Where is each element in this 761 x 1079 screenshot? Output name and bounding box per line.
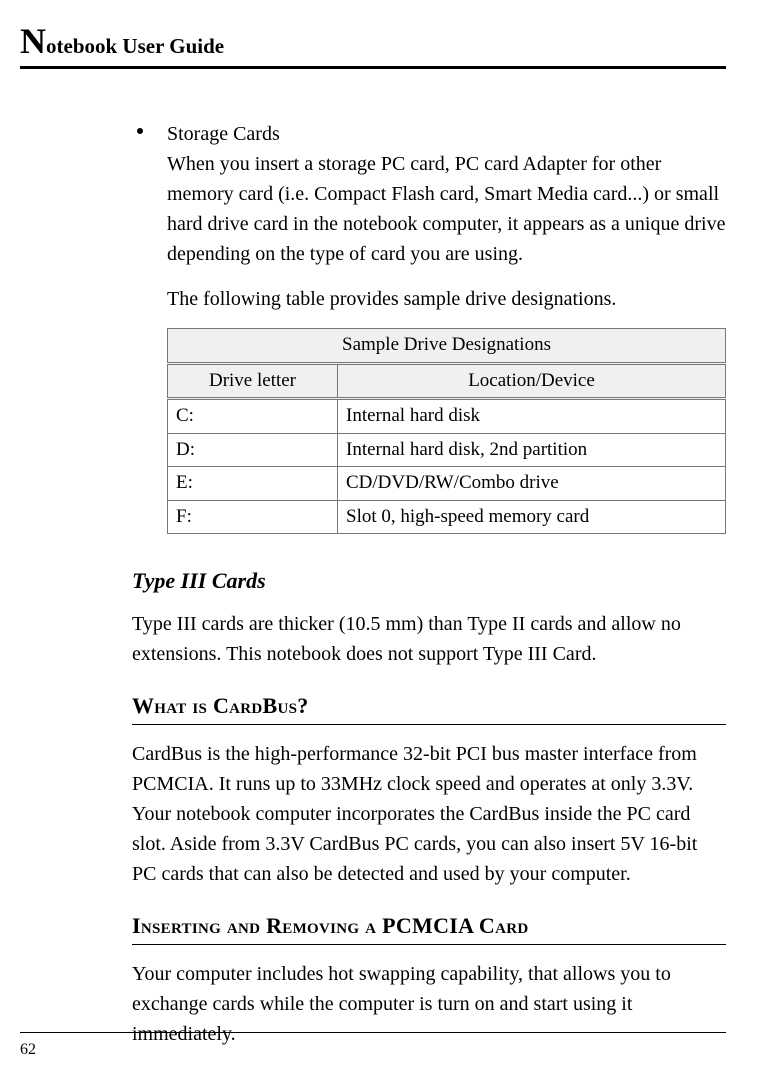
table-col-location: Location/Device bbox=[338, 363, 726, 399]
page-content: Storage Cards When you insert a storage … bbox=[20, 119, 726, 1049]
cell-location: Slot 0, high-speed memory card bbox=[338, 500, 726, 534]
bullet-storage-cards: Storage Cards When you insert a storage … bbox=[132, 119, 726, 269]
table-row: D: Internal hard disk, 2nd partition bbox=[168, 433, 726, 467]
bullet-body-text: When you insert a storage PC card, PC ca… bbox=[167, 153, 725, 265]
body-cardbus: CardBus is the high-performance 32-bit P… bbox=[132, 739, 726, 889]
header-dropcap: N bbox=[20, 21, 46, 61]
bullet-heading: Storage Cards bbox=[167, 123, 280, 145]
cell-drive: F: bbox=[168, 500, 338, 534]
page-number: 62 bbox=[20, 1041, 36, 1058]
table-intro-text: The following table provides sample driv… bbox=[132, 284, 726, 314]
table-title: Sample Drive Designations bbox=[168, 329, 726, 364]
heading-inserting: Inserting and Removing a PCMCIA Card bbox=[132, 909, 726, 945]
body-type3: Type III cards are thicker (10.5 mm) tha… bbox=[132, 609, 726, 669]
header-title: Notebook User Guide bbox=[20, 34, 224, 58]
cell-drive: D: bbox=[168, 433, 338, 467]
header-title-rest: otebook User Guide bbox=[46, 34, 224, 58]
page-footer: 62 bbox=[20, 1032, 726, 1059]
heading-type3: Type III Cards bbox=[132, 564, 726, 597]
page-header: Notebook User Guide bbox=[20, 20, 726, 69]
cell-drive: E: bbox=[168, 467, 338, 501]
table-row: F: Slot 0, high-speed memory card bbox=[168, 500, 726, 534]
drive-designations-table: Sample Drive Designations Drive letter L… bbox=[167, 328, 726, 534]
cell-location: Internal hard disk, 2nd partition bbox=[338, 433, 726, 467]
bullet-icon bbox=[137, 128, 143, 134]
cell-location: CD/DVD/RW/Combo drive bbox=[338, 467, 726, 501]
cell-location: Internal hard disk bbox=[338, 399, 726, 434]
table-row: C: Internal hard disk bbox=[168, 399, 726, 434]
heading-cardbus: What is CardBus? bbox=[132, 689, 726, 725]
table-row: E: CD/DVD/RW/Combo drive bbox=[168, 467, 726, 501]
cell-drive: C: bbox=[168, 399, 338, 434]
table-col-drive-letter: Drive letter bbox=[168, 363, 338, 399]
